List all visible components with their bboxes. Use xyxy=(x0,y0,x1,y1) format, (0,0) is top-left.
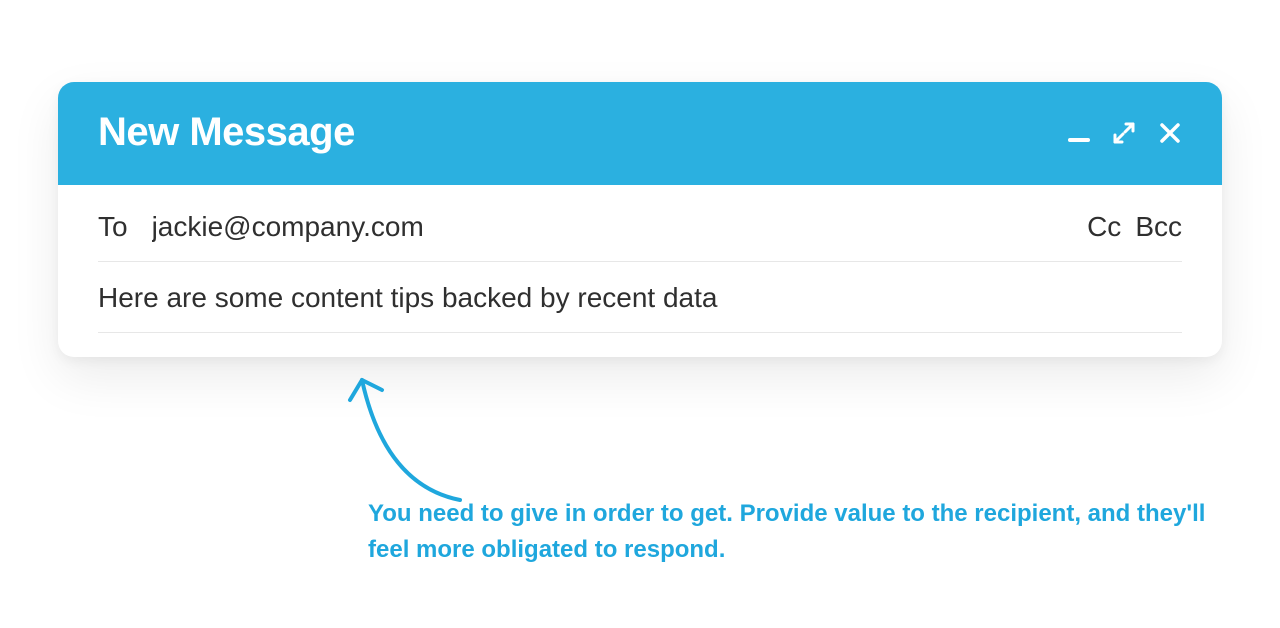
close-button[interactable] xyxy=(1158,121,1182,145)
bcc-button[interactable]: Bcc xyxy=(1135,211,1182,243)
subject-row xyxy=(98,262,1182,333)
to-row: To Cc Bcc xyxy=(98,185,1182,262)
compose-window: New Message xyxy=(58,82,1222,357)
subject-input[interactable] xyxy=(98,282,1182,314)
minimize-button[interactable] xyxy=(1068,124,1090,142)
annotation-text: You need to give in order to get. Provid… xyxy=(368,496,1208,568)
to-left: To xyxy=(98,211,852,243)
expand-button[interactable] xyxy=(1112,121,1136,145)
window-controls xyxy=(1068,121,1182,145)
compose-header: New Message xyxy=(58,82,1222,185)
cc-button[interactable]: Cc xyxy=(1087,211,1121,243)
to-label: To xyxy=(98,211,128,243)
minimize-icon xyxy=(1068,138,1090,142)
to-input[interactable] xyxy=(152,211,852,243)
close-icon xyxy=(1158,121,1182,145)
compose-title: New Message xyxy=(98,110,355,155)
compose-body: To Cc Bcc xyxy=(58,185,1222,357)
cc-bcc-group: Cc Bcc xyxy=(1087,211,1182,243)
expand-icon xyxy=(1112,121,1136,145)
